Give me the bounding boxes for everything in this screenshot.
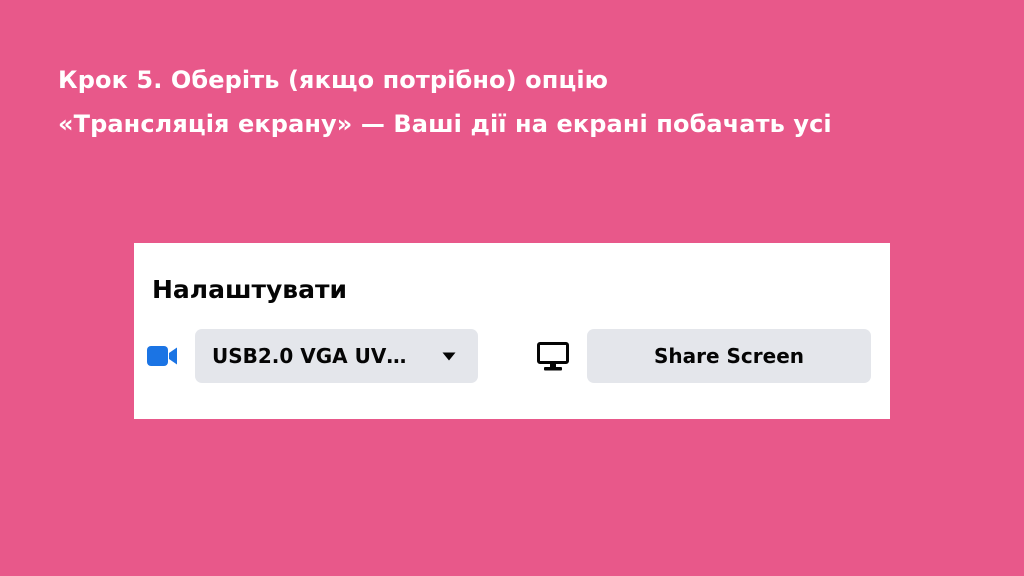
panel-title: Налаштувати xyxy=(152,275,348,304)
slide-heading-line-1: Крок 5. Оберіть (якщо потрібно) опцію xyxy=(58,66,609,94)
video-camera-icon xyxy=(147,346,177,366)
camera-select[interactable]: USB2.0 VGA UV… xyxy=(195,329,478,383)
camera-select-value: USB2.0 VGA UV… xyxy=(212,344,407,368)
slide-heading: Крок 5. Оберіть (якщо потрібно) опцію «Т… xyxy=(58,58,978,146)
share-screen-button[interactable]: Share Screen xyxy=(587,329,871,383)
monitor-icon xyxy=(537,342,569,371)
slide-heading-line-2: «Трансляція екрану» — Ваші дії на екрані… xyxy=(58,110,832,138)
caret-down-icon xyxy=(442,352,456,360)
settings-panel: Налаштувати USB2.0 VGA UV… Share Screen xyxy=(134,243,890,419)
